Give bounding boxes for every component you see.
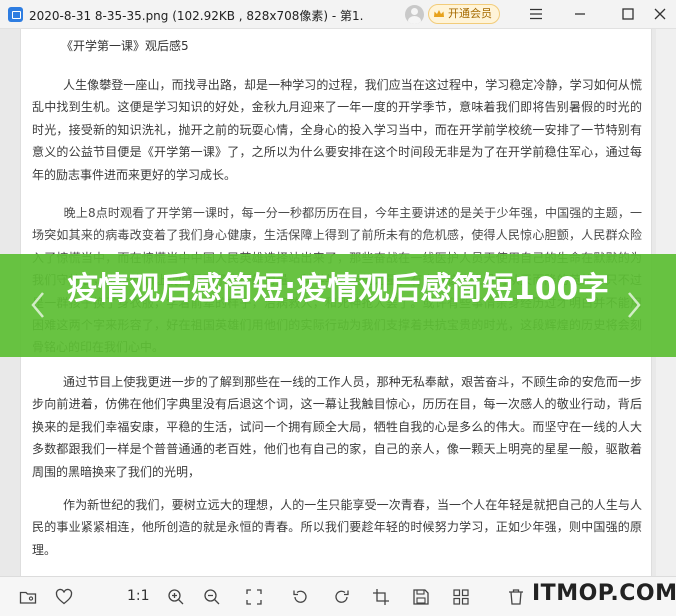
maximize-icon bbox=[622, 8, 634, 20]
user-avatar[interactable] bbox=[405, 5, 424, 24]
headline-banner: 疫情观后感简短:疫情观后感简短100字 bbox=[0, 254, 676, 357]
document-paragraph: 作为新世纪的我们，要树立远大的理想，人的一生只能享受一次青春，当一个人在年轻是就… bbox=[32, 498, 642, 557]
open-folder-button[interactable] bbox=[17, 586, 39, 608]
close-icon bbox=[654, 8, 666, 20]
document-paragraph: 人生像攀登一座山，而找寻出路，却是一种学习的过程，我们应当在这过程中，学习稳定冷… bbox=[32, 78, 642, 182]
banner-headline: 疫情观后感简短:疫情观后感简短100字 bbox=[66, 271, 610, 307]
maximize-button[interactable] bbox=[617, 4, 639, 24]
document-title: 《开学第一课》观后感5 bbox=[61, 39, 189, 53]
zoom-in-icon bbox=[168, 589, 184, 605]
chevron-left-icon bbox=[31, 292, 44, 318]
crown-icon bbox=[434, 10, 444, 17]
minimize-button[interactable] bbox=[569, 4, 591, 24]
rotate-left-button[interactable] bbox=[289, 586, 311, 608]
site-watermark: ITMOP.COM bbox=[532, 581, 676, 606]
zoom-out-icon bbox=[204, 589, 220, 605]
title-bar: 2020-8-31 8-35-35.png (102.92KB , 828x70… bbox=[0, 0, 676, 29]
document-paragraph: 通过节目上使我更进一步的了解到那些在一线的工作人员，那种无私奉献，艰苦奋斗，不顾… bbox=[32, 375, 642, 479]
chevron-right-icon bbox=[628, 292, 641, 318]
fullscreen-button[interactable] bbox=[243, 586, 265, 608]
heart-icon bbox=[55, 588, 73, 605]
menu-icon bbox=[530, 8, 542, 20]
rotate-right-button[interactable] bbox=[331, 586, 353, 608]
rotate-left-icon bbox=[293, 590, 307, 603]
previous-image-button[interactable] bbox=[18, 270, 58, 340]
folder-image-icon bbox=[19, 591, 37, 604]
vip-membership-button[interactable]: 开通会员 bbox=[428, 4, 500, 24]
crop-icon bbox=[373, 589, 389, 605]
bottom-toolbar: 1:1 ITMOP.COM bbox=[0, 576, 676, 616]
expand-icon bbox=[246, 589, 262, 605]
menu-button[interactable] bbox=[525, 4, 547, 24]
vip-label: 开通会员 bbox=[448, 7, 492, 20]
actual-size-button[interactable]: 1:1 bbox=[127, 588, 150, 604]
rotate-right-icon bbox=[335, 590, 349, 603]
ocr-button[interactable] bbox=[450, 586, 472, 608]
favorite-button[interactable] bbox=[53, 586, 75, 608]
zoom-in-button[interactable] bbox=[165, 586, 187, 608]
delete-button[interactable] bbox=[505, 586, 527, 608]
close-button[interactable] bbox=[649, 4, 671, 24]
crop-button[interactable] bbox=[370, 586, 392, 608]
window-title: 2020-8-31 8-35-35.png (102.92KB , 828x70… bbox=[29, 9, 364, 23]
trash-icon bbox=[509, 589, 523, 605]
zoom-out-button[interactable] bbox=[201, 586, 223, 608]
minimize-icon bbox=[575, 13, 585, 15]
image-viewer-app-icon bbox=[8, 7, 23, 22]
grid-icon bbox=[453, 589, 469, 605]
save-button[interactable] bbox=[410, 586, 432, 608]
next-image-button[interactable] bbox=[614, 270, 654, 340]
save-icon bbox=[413, 589, 429, 605]
